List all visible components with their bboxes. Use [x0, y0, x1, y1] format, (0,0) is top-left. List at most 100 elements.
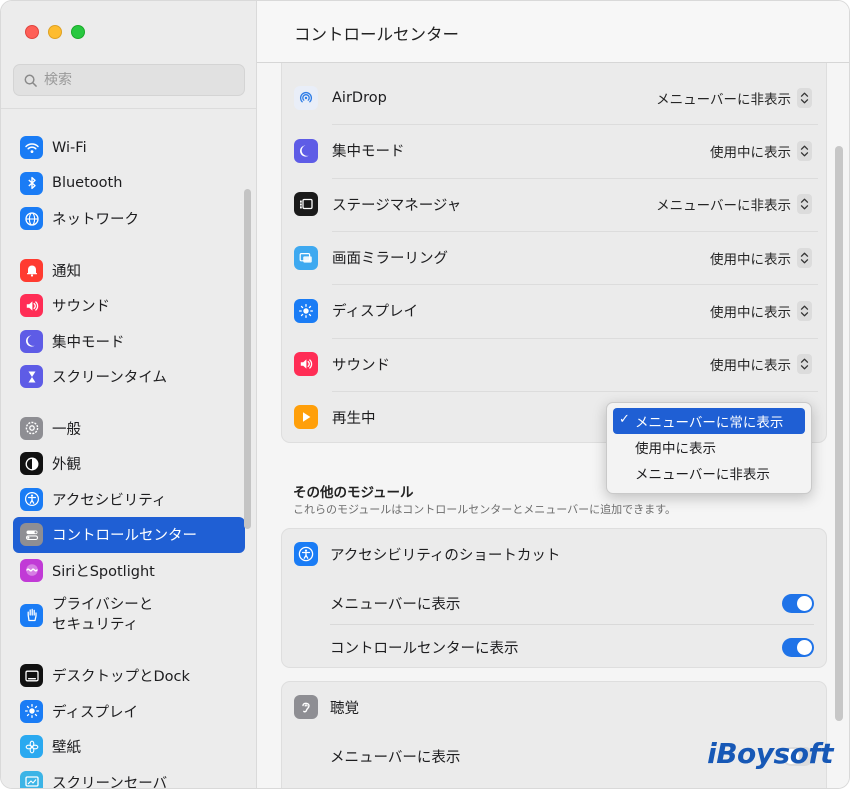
- search-field[interactable]: [13, 64, 245, 96]
- module-label: サウンド: [332, 357, 390, 374]
- hearing-header: 聴覚: [294, 695, 359, 719]
- popup-option-label: 使用中に表示: [635, 441, 716, 457]
- dock-icon: [20, 664, 43, 688]
- sidebar-item-label: サウンド: [52, 299, 110, 316]
- close-button[interactable]: [25, 25, 39, 39]
- search-input[interactable]: [44, 72, 224, 88]
- sidebar-item-sun[interactable]: ディスプレイ: [13, 694, 245, 730]
- appearance-icon: [20, 452, 43, 476]
- sidebar-item-gear[interactable]: 一般: [13, 411, 245, 447]
- select-value: 使用中に表示: [710, 304, 791, 321]
- sidebar-scrollbar[interactable]: [244, 189, 251, 529]
- sidebar-item-label: 通知: [52, 263, 81, 280]
- sidebar-item-label: プライバシーと セキュリティ: [52, 597, 154, 633]
- speaker-icon: [20, 294, 43, 318]
- module-visibility-select[interactable]: 使用中に表示: [710, 300, 812, 321]
- updown-chevron-icon: [797, 247, 812, 268]
- sidebar-item-wifi[interactable]: Wi-Fi: [13, 130, 245, 166]
- accessibility-icon: [20, 487, 43, 511]
- module-label: ディスプレイ: [332, 304, 418, 321]
- sidebar-item-screensaver[interactable]: スクリーンセーバ: [13, 765, 245, 788]
- zoom-button[interactable]: [71, 25, 85, 39]
- module-label: ステージマネージャ: [332, 197, 462, 214]
- visibility-popup-menu: ✓ メニューバーに常に表示使用中に表示メニューバーに非表示: [606, 402, 812, 494]
- hearing-menubar-label: メニューバーに表示: [330, 749, 461, 766]
- module-list: AirDrop メニューバーに非表示 集中モード 使用中に表示 ステージマネージャ メニュ…: [281, 63, 827, 443]
- sidebar-item-appearance[interactable]: 外観: [13, 446, 245, 482]
- sidebar-item-label: Wi-Fi: [52, 139, 87, 156]
- accessibility-icon: [294, 542, 318, 566]
- acc-menubar-toggle[interactable]: [782, 593, 814, 613]
- moon-icon: [20, 329, 43, 353]
- screensaver-icon: [20, 770, 43, 788]
- module-visibility-select[interactable]: メニューバーに非表示: [656, 87, 812, 108]
- module-row: ディスプレイ 使用中に表示: [282, 284, 828, 337]
- sidebar-item-bluetooth[interactable]: Bluetooth: [13, 166, 245, 202]
- hearing-card: 聴覚 メニューバーに表示: [281, 681, 827, 788]
- module-label: AirDrop: [332, 89, 387, 106]
- minimize-button[interactable]: [48, 25, 62, 39]
- sidebar-item-label: SiriとSpotlight: [52, 563, 155, 580]
- ear-icon: [294, 695, 318, 719]
- module-visibility-select[interactable]: 使用中に表示: [710, 140, 812, 161]
- sidebar-item-label: ネットワーク: [52, 212, 139, 229]
- popup-option[interactable]: 使用中に表示: [613, 434, 805, 460]
- module-visibility-select[interactable]: 使用中に表示: [710, 354, 812, 375]
- sidebar-item-label: 集中モード: [52, 334, 125, 351]
- hand-icon: [20, 603, 43, 627]
- sidebar-item-moon[interactable]: 集中モード: [13, 324, 245, 360]
- sidebar-item-globe[interactable]: ネットワーク: [13, 201, 245, 237]
- module-visibility-select[interactable]: 使用中に表示: [710, 247, 812, 268]
- globe-icon: [20, 207, 43, 231]
- module-row: AirDrop メニューバーに非表示: [282, 71, 828, 124]
- sidebar-item-label: コントロールセンター: [52, 528, 197, 545]
- gear-icon: [20, 416, 43, 440]
- acc-menubar-label: メニューバーに表示: [330, 596, 461, 613]
- select-value: メニューバーに非表示: [656, 198, 791, 215]
- window-controls: [25, 25, 85, 39]
- sidebar-list: Wi-Fi Bluetooth ネットワーク 通知サウンド集中モードスクリーンタイム一…: [13, 130, 245, 788]
- popup-option[interactable]: メニューバーに非表示: [613, 460, 805, 486]
- sidebar-item-bell[interactable]: 通知: [13, 253, 245, 289]
- sidebar-item-hand[interactable]: プライバシーと セキュリティ: [13, 588, 245, 642]
- sidebar-item-control-center[interactable]: コントロールセンター: [13, 517, 245, 553]
- page-title: コントロールセンター: [294, 25, 459, 44]
- sidebar-item-label: ディスプレイ: [52, 704, 138, 721]
- sidebar-item-flower[interactable]: 壁紙: [13, 729, 245, 765]
- module-label: 再生中: [332, 410, 376, 427]
- hearing-title: 聴覚: [330, 700, 359, 717]
- sidebar-item-hourglass[interactable]: スクリーンタイム: [13, 359, 245, 395]
- select-value: 使用中に表示: [710, 144, 791, 161]
- iboysoft-watermark: iBoysoft: [707, 737, 833, 770]
- sidebar-item-speaker[interactable]: サウンド: [13, 288, 245, 324]
- play-icon: [294, 405, 318, 430]
- module-row: ステージマネージャ メニューバーに非表示: [282, 178, 828, 231]
- search-icon: [24, 74, 37, 87]
- sun-icon: [20, 699, 43, 723]
- stage-manager-icon: [294, 192, 318, 217]
- updown-chevron-icon: [797, 300, 812, 321]
- sidebar-item-dock[interactable]: デスクトップとDock: [13, 658, 245, 694]
- select-value: 使用中に表示: [710, 251, 791, 268]
- main-scrollbar[interactable]: [835, 146, 843, 721]
- airdrop-icon: [294, 85, 318, 110]
- updown-chevron-icon: [797, 87, 812, 108]
- sidebar-item-label: 一般: [52, 421, 81, 438]
- wifi-icon: [20, 136, 43, 160]
- sidebar-divider: [1, 108, 256, 109]
- module-row: 画面ミラーリング 使用中に表示: [282, 231, 828, 284]
- settings-window: Wi-FiBluetoothネットワーク通知サウンド集中モードスクリーンタイム一…: [0, 0, 850, 789]
- popup-option[interactable]: ✓ メニューバーに常に表示: [613, 408, 805, 434]
- checkmark-icon: ✓: [619, 412, 630, 427]
- module-row: サウンド 使用中に表示: [282, 338, 828, 391]
- module-visibility-select[interactable]: メニューバーに非表示: [656, 194, 812, 215]
- sidebar-item-label: アクセシビリティ: [52, 492, 167, 509]
- main-pane: コントロールセンター AirDrop メニューバーに非表示 集中モード 使用中に表示ス…: [257, 1, 849, 788]
- moon-icon: [294, 138, 318, 163]
- sidebar-item-siri[interactable]: SiriとSpotlight: [13, 553, 245, 589]
- acc-controlcenter-toggle[interactable]: [782, 637, 814, 657]
- updown-chevron-icon: [797, 354, 812, 375]
- select-value: メニューバーに非表示: [656, 91, 791, 108]
- sidebar-item-accessibility[interactable]: アクセシビリティ: [13, 482, 245, 518]
